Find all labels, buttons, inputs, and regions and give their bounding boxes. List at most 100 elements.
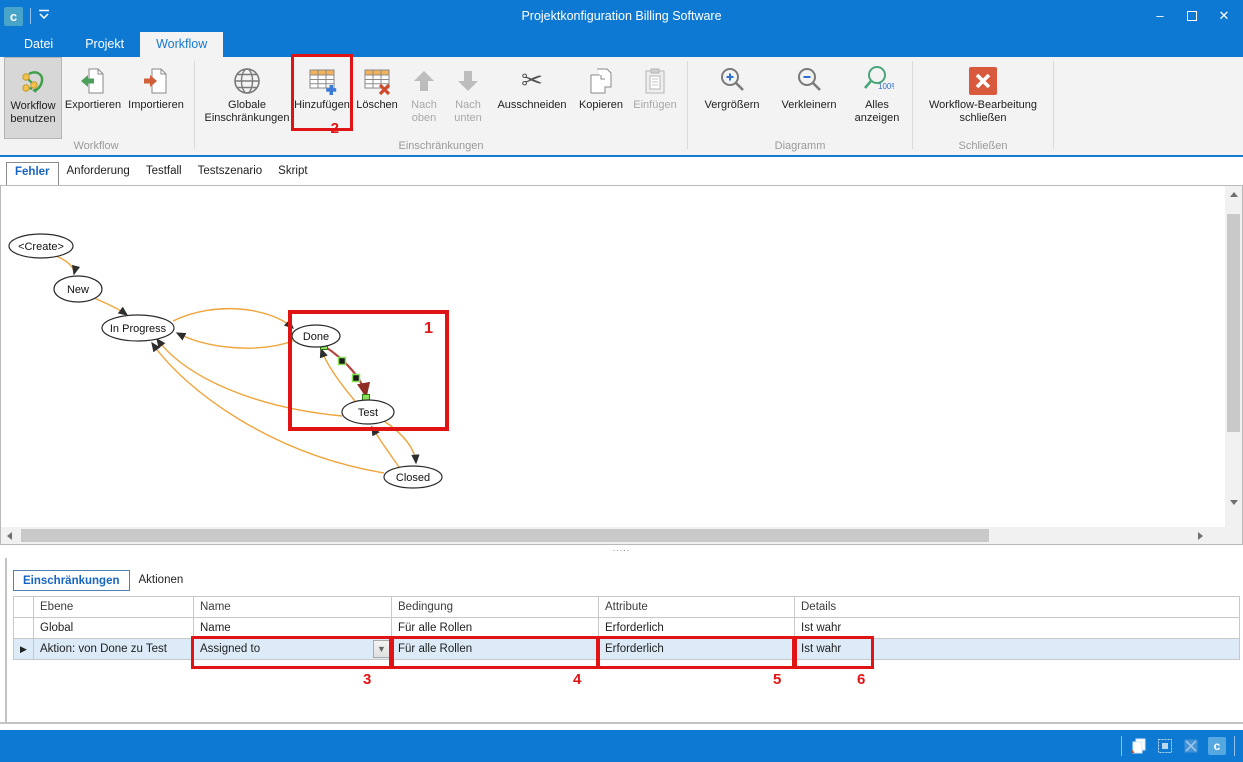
copy-status-icon[interactable] [1130,737,1148,755]
workflow-diagram-canvas[interactable]: <Create> New In Progress Done Test Close… [1,186,1226,528]
workflow-benutzen-button[interactable]: Workflow benutzen [4,57,62,139]
ausschneiden-button[interactable]: ✂ Ausschneiden [491,57,573,139]
image-status-icon[interactable] [1182,737,1200,755]
edge-inprogress-done[interactable] [173,309,293,328]
edge-closed-test[interactable] [372,427,399,467]
horizontal-scrollbar-thumb[interactable] [21,529,989,542]
scroll-up-icon[interactable] [1230,192,1238,197]
node-new-label: New [67,284,89,296]
status-bar: c [0,730,1243,762]
group-label-workflow: Workflow [4,139,188,155]
tab-anforderung[interactable]: Anforderung [59,162,138,185]
ribbon-separator [1053,61,1054,149]
statusbar-separator [1234,736,1235,756]
exportieren-button[interactable]: Exportieren [62,57,124,139]
cell-bedingung[interactable]: Für alle Rollen [392,618,599,639]
row-selector[interactable] [14,618,34,639]
arrow-up-icon [411,63,437,99]
workflow-use-icon [19,64,47,100]
verkleinern-button[interactable]: Verkleinern [770,57,848,139]
panel-tab-bar: Einschränkungen Aktionen [13,570,192,591]
tab-workflow[interactable]: Workflow [140,32,223,57]
constraints-panel: Einschränkungen Aktionen Ebene Name Bedi… [0,558,1243,722]
column-header-bedingung[interactable]: Bedingung [392,597,599,618]
grid-status-icon[interactable] [1156,737,1174,755]
document-tab-bar: Fehler Anforderung Testfall Testszenario… [0,159,1243,185]
tab-datei[interactable]: Datei [8,32,69,57]
annotation-box-1: 1 [288,310,449,431]
minimize-button[interactable]: – [1147,5,1173,27]
cell-details[interactable]: Ist wahr [795,618,1240,639]
annotation-number-3: 3 [363,671,371,688]
scroll-right-icon[interactable] [1198,532,1203,540]
app-status-icon[interactable]: c [1208,737,1226,755]
hinzufuegen-button[interactable]: Hinzufügen 2 [293,57,351,139]
export-icon [79,63,107,99]
column-header-attribute[interactable]: Attribute [599,597,795,618]
scrollbar-corner [1225,527,1242,544]
edge-done-inprogress[interactable] [177,333,293,348]
globale-einschraenkungen-button[interactable]: Globale Einschränkungen [201,57,293,139]
group-label-diagramm: Diagramm [694,139,906,155]
scroll-down-icon[interactable] [1230,500,1238,505]
ribbon-group-workflow: Workflow benutzen Exportieren [4,57,188,155]
tab-skript[interactable]: Skript [270,162,315,185]
row-selector-header [14,597,34,618]
window-title: Projektkonfiguration Billing Software [0,0,1243,32]
edge-new-inprogress[interactable] [94,298,127,315]
cell-bedingung[interactable]: Für alle Rollen [392,639,599,660]
tab-einschraenkungen[interactable]: Einschränkungen [13,570,130,591]
table-row-aktion-selected[interactable]: ▶ Aktion: von Done zu Test Assigned to ▼… [14,639,1240,660]
table-row-global[interactable]: Global Name Für alle Rollen Erforderlich… [14,618,1240,639]
importieren-button[interactable]: Importieren [124,57,188,139]
ribbon-group-diagramm: Vergrößern Verkleinern [694,57,906,155]
scroll-left-icon[interactable] [7,532,12,540]
row-selector-current[interactable]: ▶ [14,639,34,660]
annotation-number-2: 2 [331,120,339,137]
cell-name[interactable]: Name [194,618,392,639]
loeschen-button[interactable]: Löschen [351,57,403,139]
ribbon: Workflow benutzen Exportieren [0,57,1243,157]
annotation-number-5: 5 [773,671,781,688]
cell-attribute[interactable]: Erforderlich [599,618,795,639]
column-header-name[interactable]: Name [194,597,392,618]
dropdown-chevron-icon[interactable]: ▼ [373,640,390,658]
tab-aktionen[interactable]: Aktionen [130,570,193,591]
vergroessern-button[interactable]: Vergrößern [694,57,770,139]
ribbon-separator [194,61,195,149]
cell-attribute[interactable]: Erforderlich [599,639,795,660]
column-header-details[interactable]: Details [795,597,1240,618]
ribbon-group-einschraenkungen: Globale Einschränkungen Hinzufügen [201,57,681,155]
zoom-percent-badge: 100% [878,82,894,91]
workflow-diagram-area[interactable]: <Create> New In Progress Done Test Close… [0,185,1243,545]
paste-icon [641,63,669,99]
annotation-number-4: 4 [573,671,581,688]
kopieren-button[interactable]: Kopieren [573,57,629,139]
cell-ebene[interactable]: Aktion: von Done zu Test [34,639,194,660]
vertical-scrollbar-thumb[interactable] [1227,214,1240,432]
horizontal-scrollbar[interactable] [1,527,1226,544]
node-create-label: <Create> [18,241,64,253]
tab-testszenario[interactable]: Testszenario [190,162,271,185]
table-header-row: Ebene Name Bedingung Attribute Details [14,597,1240,618]
panel-splitter[interactable]: ..... [0,545,1243,558]
tab-fehler[interactable]: Fehler [6,162,59,185]
vertical-scrollbar[interactable] [1225,186,1242,528]
copy-icon [587,63,615,99]
workflow-bearbeitung-schliessen-button[interactable]: Workflow-Bearbeitung schließen [919,57,1047,139]
tab-testfall[interactable]: Testfall [138,162,190,185]
group-label-einschraenkungen: Einschränkungen [201,139,681,155]
edge-create-new[interactable] [56,256,74,274]
cell-ebene[interactable]: Global [34,618,194,639]
constraints-table: Ebene Name Bedingung Attribute Details G… [13,596,1240,660]
cell-details[interactable]: Ist wahr [795,639,1240,660]
import-icon [142,63,170,99]
close-button[interactable]: ✕ [1211,5,1237,27]
column-header-ebene[interactable]: Ebene [34,597,194,618]
nach-oben-button: Nach oben [403,57,445,139]
maximize-button[interactable] [1179,5,1205,27]
alles-anzeigen-button[interactable]: 100% Alles anzeigen [848,57,906,139]
delete-table-icon [362,63,392,99]
cell-name-dropdown[interactable]: Assigned to ▼ [194,639,392,660]
tab-projekt[interactable]: Projekt [69,32,140,57]
